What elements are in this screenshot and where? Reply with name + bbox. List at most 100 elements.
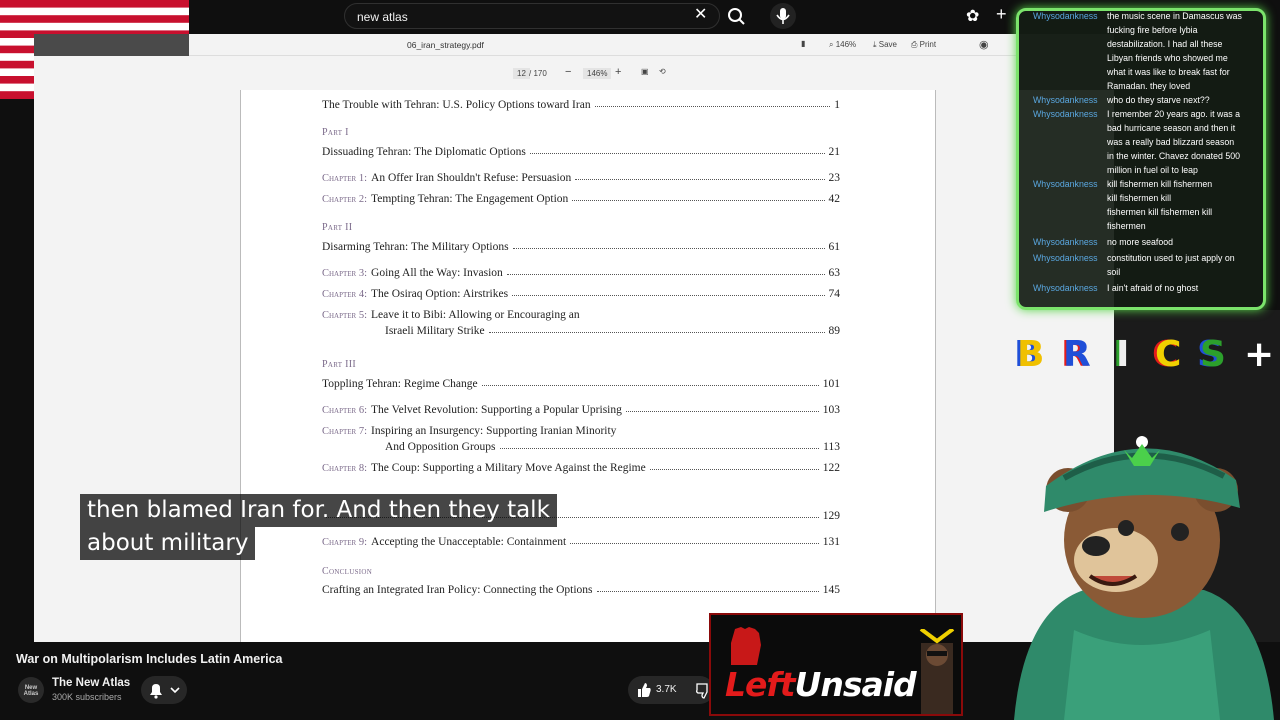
microphone-icon [776, 8, 790, 24]
chat-text: kill fishermen kill fishermen [1107, 179, 1213, 189]
chat-message: in the winter. Chavez donated 500 [1033, 149, 1240, 163]
create-icon[interactable]: + [996, 4, 1007, 25]
thumbs-up-icon [638, 683, 651, 697]
chat-text: was a really bad blizzard season [1107, 137, 1235, 147]
caption-line-2: about military [80, 527, 256, 560]
chat-username[interactable]: Whysodankness [1033, 235, 1107, 249]
pdf-filename: 06_iran_strategy.pdf [407, 40, 484, 50]
clear-search-icon[interactable]: ✕ [694, 6, 707, 24]
chat-text: destabilization. I had all these [1107, 39, 1223, 49]
chat-text: the music scene in Damascus was [1107, 11, 1242, 21]
video-caption: then blamed Iran for. And then they talk… [80, 494, 557, 560]
chat-text: in the winter. Chavez donated 500 [1107, 151, 1241, 161]
toc-entry-part1: Dissuading Tehran: The Diplomatic Option… [322, 146, 840, 158]
chat-message: what it was like to break fast for [1033, 65, 1230, 79]
chat-message: destabilization. I had all these [1033, 37, 1222, 51]
video-title[interactable]: War on Multipolarism Includes Latin Amer… [16, 652, 282, 666]
chat-text: I remember 20 years ago. it was a [1107, 109, 1240, 119]
page-number-input[interactable]: 12 [513, 68, 530, 79]
chat-message: bad hurricane season and then it [1033, 121, 1235, 135]
chat-message: Whysodankness no more seafood [1033, 235, 1173, 249]
brics-letter-r: R [1063, 334, 1091, 375]
chat-text: million in fuel oil to leap [1107, 165, 1198, 175]
leftunsaid-banner: LeftUnsaid [709, 613, 963, 716]
subscriber-count: 300K subscribers [52, 692, 122, 702]
chat-text: soil [1107, 267, 1121, 277]
search-button[interactable] [722, 3, 750, 29]
zoom-out-button[interactable]: − [565, 66, 571, 78]
save-button[interactable]: ⤓ Save [873, 40, 897, 50]
chat-text: kill fishermen kill [1107, 193, 1172, 203]
toc-entry-chapter8: Chapter 8: The Coup: Supporting a Militar… [322, 462, 840, 474]
chat-text: fishermen [1107, 221, 1146, 231]
chat-message: Whysodankness kill fishermen kill fisherm… [1033, 177, 1212, 191]
chat-message: Libyan friends who showed me [1033, 51, 1228, 65]
chat-message: Ramadan. they loved [1033, 79, 1190, 93]
chat-message: million in fuel oil to leap [1033, 163, 1198, 177]
toc-entry-chapter2: Chapter 2: Tempting Tehran: The Engagemen… [322, 193, 840, 205]
search-icon [728, 8, 745, 25]
zoom-readout: ⌕ 146% [829, 40, 857, 49]
chat-text: fishermen kill fishermen kill [1107, 207, 1213, 217]
toc-entry-chapter1: Chapter 1: An Offer Iran Shouldn't Refuse… [322, 172, 840, 184]
rotate-icon[interactable]: ⟲ [659, 67, 666, 76]
portrait-image [919, 629, 955, 714]
part-label: Part III [322, 359, 357, 370]
zoom-in-button[interactable]: + [615, 66, 621, 78]
notification-bell-button[interactable] [141, 676, 187, 704]
toc-entry-chapter6: Chapter 6: The Velvet Revolution: Support… [322, 404, 840, 416]
chat-message: Whysodankness constitution used to just a… [1033, 251, 1235, 265]
pdf-page-toolbar: 12 / 170 − 146% + ▣ ⟲ [189, 56, 1019, 90]
chat-username[interactable]: Whysodankness [1033, 281, 1107, 295]
chat-text: Libyan friends who showed me [1107, 53, 1228, 63]
chat-text: fucking fire before lybia [1107, 25, 1198, 35]
part-label: Conclusion [322, 566, 373, 577]
chat-text: Ramadan. they loved [1107, 81, 1191, 91]
like-button[interactable]: 3.7K [628, 676, 714, 704]
chat-text: no more seafood [1107, 237, 1174, 247]
chat-message: Whysodankness I remember 20 years ago. it… [1033, 107, 1240, 121]
chat-message: fucking fire before lybia [1033, 23, 1197, 37]
live-chat-overlay: Whysodankness the music scene in Damascus… [1016, 8, 1266, 310]
print-button[interactable]: ⎙ Print [911, 40, 936, 50]
toc-entry-chapter5: Chapter 5: Leave it to Bibi: Allowing or … [322, 309, 580, 321]
brics-letter-s: S [1200, 334, 1226, 375]
fit-page-icon[interactable]: ▣ [641, 67, 649, 76]
pdf-title-bar: 06_iran_strategy.pdf ▮ ⌕ 146% ⤓ Save ⎙ P… [189, 34, 1019, 56]
like-count: 3.7K [656, 684, 677, 695]
zoom-input[interactable]: 146% [583, 68, 612, 79]
brics-letter-b: B [1017, 334, 1045, 375]
chat-text: who do they starve next?? [1107, 95, 1210, 105]
part-label: Part I [322, 127, 349, 138]
channel-avatar[interactable]: New Atlas [18, 677, 44, 703]
brics-letter-c: C [1155, 334, 1182, 375]
bear-mascot-image [1014, 436, 1274, 720]
chat-message: Whysodankness I ain't afraid of no ghost [1033, 281, 1198, 295]
search-input[interactable]: new atlas [344, 3, 720, 29]
toc-entry-part2: Disarming Tehran: The Military Options 61 [322, 241, 840, 253]
channel-name[interactable]: The New Atlas [52, 677, 130, 689]
chat-message: fishermen [1033, 219, 1146, 233]
bookmark-icon[interactable]: ▮ [801, 39, 805, 48]
toc-entry-chapter5-cont: Israeli Military Strike 89 [385, 325, 840, 337]
chat-username[interactable]: Whysodankness [1033, 93, 1107, 107]
chat-text: bad hurricane season and then it [1107, 123, 1236, 133]
extension-icon[interactable]: ✿ [966, 6, 979, 26]
chat-username[interactable]: Whysodankness [1033, 177, 1107, 191]
voice-search-button[interactable] [770, 3, 796, 29]
page-total: / 170 [529, 69, 547, 78]
brics-letter-i: I [1116, 334, 1130, 375]
chat-username[interactable]: Whysodankness [1033, 107, 1107, 121]
chat-text: I ain't afraid of no ghost [1107, 283, 1199, 293]
toc-entry-chapter7-cont: And Opposition Groups 113 [385, 441, 840, 453]
settings-icon[interactable]: ◉ [979, 38, 989, 51]
thumbs-down-icon[interactable] [694, 676, 710, 704]
chat-message: kill fishermen kill [1033, 191, 1171, 205]
caption-line-1: then blamed Iran for. And then they talk [80, 494, 557, 527]
brics-plus-sign: + [1244, 334, 1275, 375]
chat-message: was a really bad blizzard season [1033, 135, 1234, 149]
chat-username[interactable]: Whysodankness [1033, 251, 1107, 265]
toc-entry-conclusion: Crafting an Integrated Iran Policy: Conn… [322, 584, 840, 596]
chat-message: Whysodankness the music scene in Damascus… [1033, 11, 1242, 23]
chat-username[interactable]: Whysodankness [1033, 11, 1107, 23]
